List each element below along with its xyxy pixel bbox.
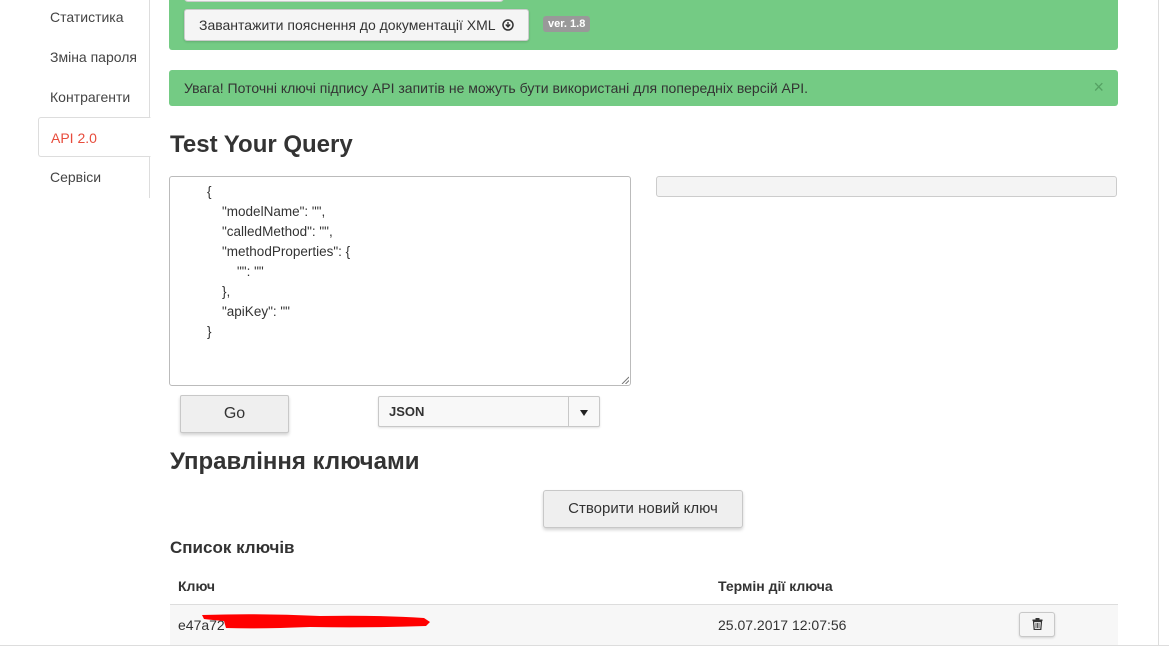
cut-off-button[interactable] <box>184 0 504 2</box>
page-right-border <box>1158 0 1159 646</box>
download-circle-icon <box>502 19 514 31</box>
download-xml-docs-button[interactable]: Завантажити пояснення до документації XM… <box>184 9 529 41</box>
trash-icon <box>1032 618 1043 630</box>
close-icon[interactable]: × <box>1093 70 1104 104</box>
alert-text: Увага! Поточні ключі підпису API запитів… <box>184 80 808 96</box>
key-list-title: Список ключів <box>170 538 295 557</box>
test-query-heading: Test Your Query <box>170 131 353 158</box>
sidebar-item-counterparties[interactable]: Контрагенти <box>38 77 150 117</box>
redaction-mark <box>202 614 430 629</box>
column-header-term: Термін дії ключа <box>718 578 833 594</box>
sidebar-item-change-password[interactable]: Зміна пароля <box>38 37 150 77</box>
key-management-heading: Управління ключами <box>170 448 420 475</box>
format-select-value: JSON <box>389 404 425 419</box>
documentation-panel: Завантажити пояснення до документації XM… <box>169 0 1118 50</box>
resize-handle-icon[interactable] <box>621 376 629 384</box>
create-new-key-button[interactable]: Створити новий ключ <box>543 490 743 528</box>
chevron-down-icon <box>580 410 588 416</box>
download-xml-docs-label: Завантажити пояснення до документації XM… <box>199 17 496 33</box>
sidebar-item-api-2[interactable]: API 2.0 <box>38 117 151 157</box>
sidebar-item-services[interactable]: Сервіси <box>38 157 150 197</box>
query-result-field[interactable] <box>656 176 1117 197</box>
format-select[interactable]: JSON <box>378 396 600 427</box>
key-expiry: 25.07.2017 12:07:56 <box>718 617 847 633</box>
query-text[interactable]: { "modelName": "", "calledMethod": "", "… <box>170 177 630 342</box>
version-badge: ver. 1.8 <box>543 16 591 32</box>
page-bottom-border <box>0 645 1169 646</box>
query-textarea[interactable]: { "modelName": "", "calledMethod": "", "… <box>169 176 631 386</box>
sidebar-item-statistics[interactable]: Статистика <box>38 0 150 37</box>
format-select-toggle[interactable] <box>568 397 599 426</box>
go-button[interactable]: Go <box>180 395 289 433</box>
delete-key-button[interactable] <box>1019 612 1055 637</box>
column-header-key: Ключ <box>178 578 215 594</box>
warning-alert: Увага! Поточні ключі підпису API запитів… <box>169 70 1118 106</box>
sidebar: Статистика Зміна пароля Контрагенти API … <box>38 0 151 198</box>
